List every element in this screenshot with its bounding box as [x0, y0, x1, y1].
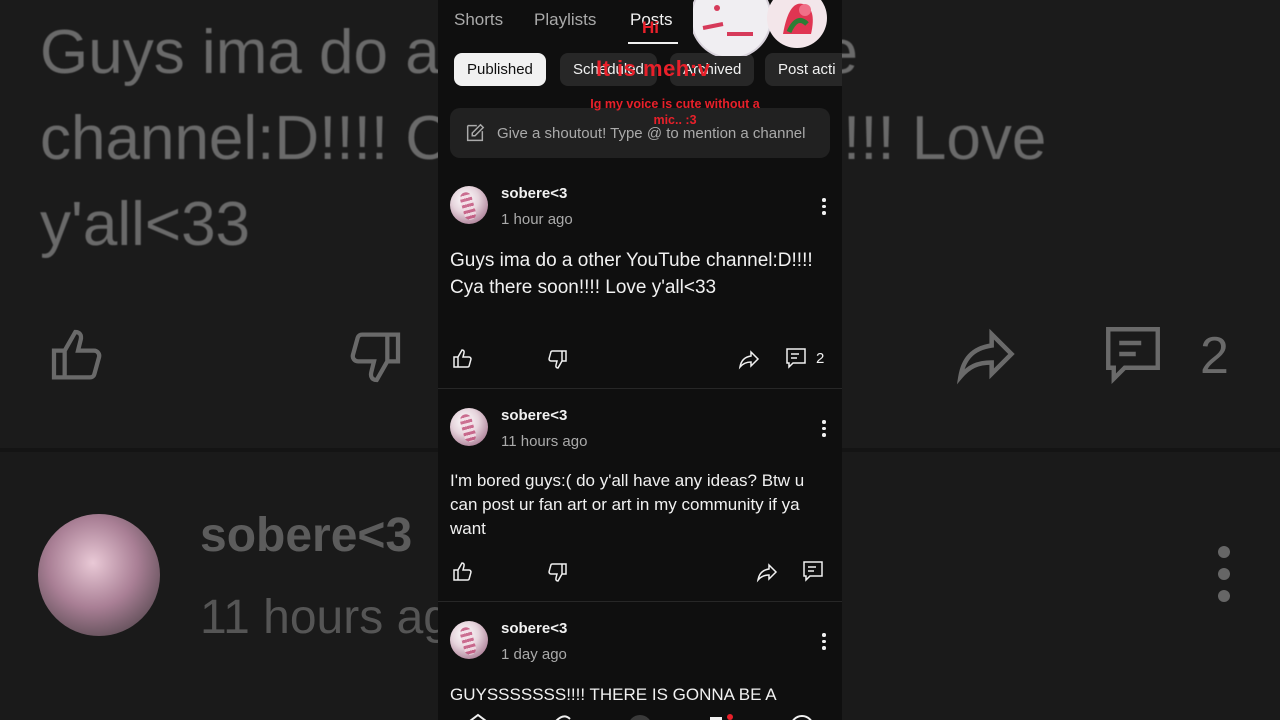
chip-post-activity[interactable]: Post acti	[765, 53, 842, 86]
overlay-caption-subtitle: Ig my voice is cute without a mic.. :3	[590, 97, 760, 127]
overlay-greeting: Hi	[642, 18, 659, 37]
edit-icon	[466, 123, 485, 142]
comments-button[interactable]	[784, 346, 808, 370]
background-comment-count: 2	[1200, 327, 1229, 385]
dislike-button[interactable]	[545, 347, 569, 371]
chip-published[interactable]: Published	[454, 53, 546, 86]
post-divider	[438, 388, 842, 389]
post-divider	[438, 601, 842, 602]
more-options-icon[interactable]	[822, 633, 828, 653]
post-author[interactable]: sobere<3	[501, 407, 567, 424]
post-author[interactable]: sobere<3	[501, 185, 567, 202]
active-tab-indicator	[628, 42, 678, 44]
share-icon	[738, 350, 760, 370]
thumbs-down-icon	[548, 563, 567, 582]
post-time: 1 hour ago	[501, 211, 573, 228]
thumbs-down-icon	[548, 350, 567, 369]
overlay-caption-title: It is meh:v	[596, 56, 711, 81]
background-time: 11 hours ago	[200, 591, 477, 644]
emoji-sticker-icon	[693, 0, 827, 56]
comment-icon	[786, 348, 806, 369]
like-button[interactable]	[451, 347, 475, 371]
avatar[interactable]	[450, 408, 488, 446]
share-button[interactable]	[737, 347, 761, 371]
post-text: I'm bored guys:( do y'all have any ideas…	[450, 471, 805, 538]
background-more-icon	[1218, 546, 1230, 612]
post-text: Guys ima do a other YouTube channel:D!!!…	[450, 250, 813, 298]
comments-button[interactable]	[801, 559, 825, 583]
more-options-icon[interactable]	[822, 198, 828, 218]
share-button[interactable]	[755, 560, 779, 584]
avatar[interactable]	[450, 186, 488, 224]
background-author: sobere<3	[200, 509, 413, 562]
bottom-navigation	[438, 708, 842, 720]
post-text: GUYSSSSSSS!!!! THERE IS GONNA BE A	[450, 685, 777, 704]
thumbs-up-icon	[453, 562, 472, 581]
avatar[interactable]	[450, 621, 488, 659]
bottom-nav-icons	[469, 713, 812, 720]
more-options-icon[interactable]	[822, 420, 828, 440]
comment-count: 2	[816, 350, 825, 367]
tab-playlists[interactable]: Playlists	[534, 10, 596, 30]
post-time: 1 day ago	[501, 646, 567, 663]
thumbs-up-icon	[453, 349, 472, 368]
background-comment-icon	[1106, 327, 1160, 385]
background-like-icon	[51, 329, 102, 380]
tab-shorts[interactable]: Shorts	[454, 10, 503, 30]
background-share-icon	[956, 328, 1015, 385]
like-button[interactable]	[451, 560, 475, 584]
background-avatar	[38, 514, 160, 636]
dislike-button[interactable]	[545, 560, 569, 584]
share-icon	[756, 563, 778, 583]
post-author[interactable]: sobere<3	[501, 620, 567, 637]
comment-icon	[803, 561, 823, 582]
post-time: 11 hours ago	[501, 433, 588, 450]
background-dislike-icon	[350, 332, 401, 383]
